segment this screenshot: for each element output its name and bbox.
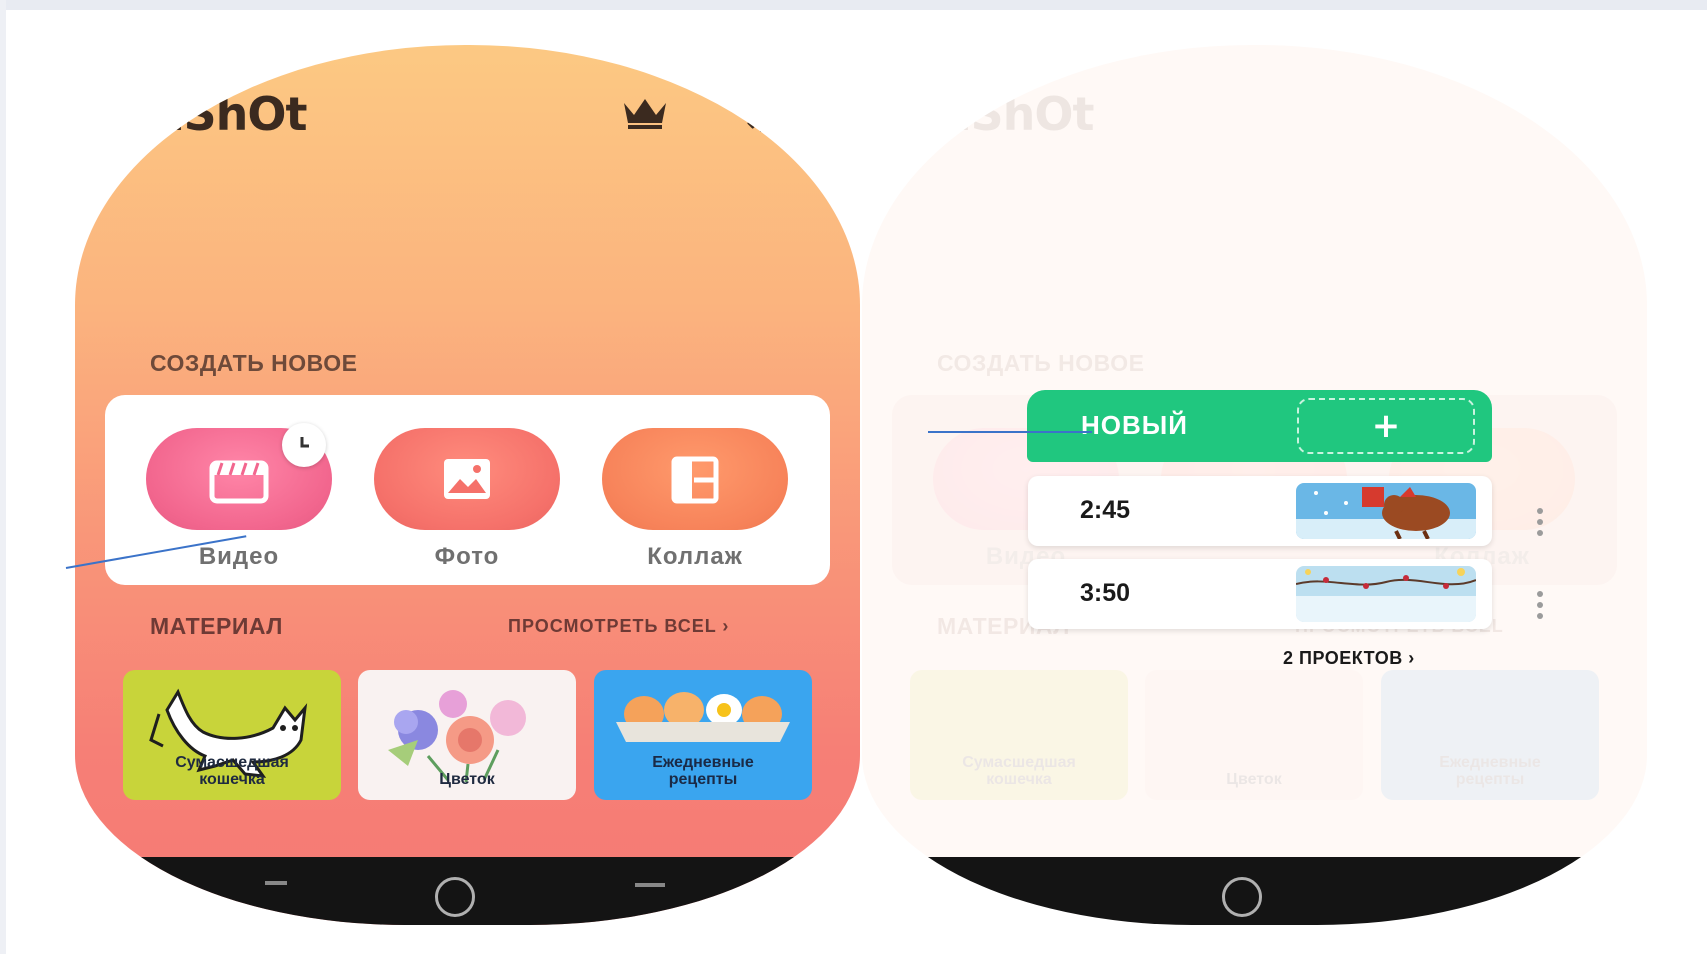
chevron-right-icon: › (1408, 648, 1415, 668)
app-logo-dimmed: inShOt (924, 87, 1094, 141)
crown-icon[interactable] (620, 95, 670, 131)
more-options-icon[interactable] (1536, 591, 1544, 619)
material-tile-flower[interactable]: Цветок (358, 670, 576, 800)
chevron-right-icon: › (722, 616, 730, 636)
tile-cat-dimmed: Сумасшедшая кошечка (910, 670, 1128, 800)
view-all-link[interactable]: ПРОСМОТРЕТЬ ВСЕL › (508, 616, 729, 637)
top-strip (0, 0, 1707, 10)
more-options-icon[interactable] (1536, 508, 1544, 536)
home-icon[interactable] (435, 877, 475, 917)
system-nav-bar-2 (862, 857, 1647, 925)
material-section-title: МАТЕРИАЛ (150, 613, 283, 639)
clapperboard-icon (209, 460, 269, 504)
annotation-arrow-new (928, 431, 1092, 433)
project-item[interactable]: 3:50 (1028, 559, 1492, 629)
new-project-label: НОВЫЙ (1081, 410, 1188, 440)
left-strip (0, 0, 6, 954)
project-item[interactable]: 2:45 (1028, 476, 1492, 546)
create-section-title-dimmed: СОЗДАТЬ НОВОЕ (937, 350, 1145, 376)
plus-icon: + (1371, 406, 1401, 446)
project-thumbnail (1296, 566, 1476, 622)
photo-button[interactable] (374, 428, 560, 530)
home-icon-2[interactable] (1222, 877, 1262, 917)
material-tile-cat[interactable]: Сумасшедшая кошечка (123, 670, 341, 800)
create-section-title: СОЗДАТЬ НОВОЕ (150, 350, 358, 376)
new-project-bar[interactable]: НОВЫЙ + (1027, 390, 1492, 462)
clock-icon (282, 423, 326, 467)
add-project-button[interactable]: + (1297, 398, 1475, 454)
system-nav-bar (75, 857, 860, 925)
app-logo: inShOt (137, 87, 307, 141)
project-duration: 3:50 (1080, 579, 1131, 607)
collage-button-label: Коллаж (647, 543, 743, 570)
collage-icon (671, 456, 719, 504)
photo-button-label: Фото (434, 543, 500, 570)
collage-button[interactable] (602, 428, 788, 530)
projects-count-label: 2 ПРОЕКТОВ (1283, 648, 1403, 668)
create-card: Видео Фото Коллаж (105, 395, 830, 585)
tile-label-recipes: Ежедневные рецепты (652, 754, 754, 788)
tile-label-flower: Цветок (439, 771, 495, 788)
tile-flower-dimmed: Цветок (1145, 670, 1363, 800)
image-icon (444, 459, 490, 499)
tile-label-cat: Сумасшедшая кошечка (175, 754, 289, 788)
project-duration: 2:45 (1080, 496, 1131, 524)
gear-icon[interactable] (743, 91, 785, 133)
view-all-label: ПРОСМОТРЕТЬ ВСЕL (508, 616, 717, 636)
projects-count-link[interactable]: 2 ПРОЕКТОВ › (1283, 648, 1415, 669)
phone-home-screen: inShOt СОЗДАТЬ НОВОЕ Видео Фото Коллаж М… (75, 45, 860, 925)
recent-apps-icon[interactable] (265, 881, 287, 885)
tile-recipes-dimmed: Ежедневные рецепты (1381, 670, 1599, 800)
material-tile-recipes[interactable]: Ежедневные рецепты (594, 670, 812, 800)
back-icon[interactable] (635, 883, 665, 887)
project-thumbnail (1296, 483, 1476, 539)
